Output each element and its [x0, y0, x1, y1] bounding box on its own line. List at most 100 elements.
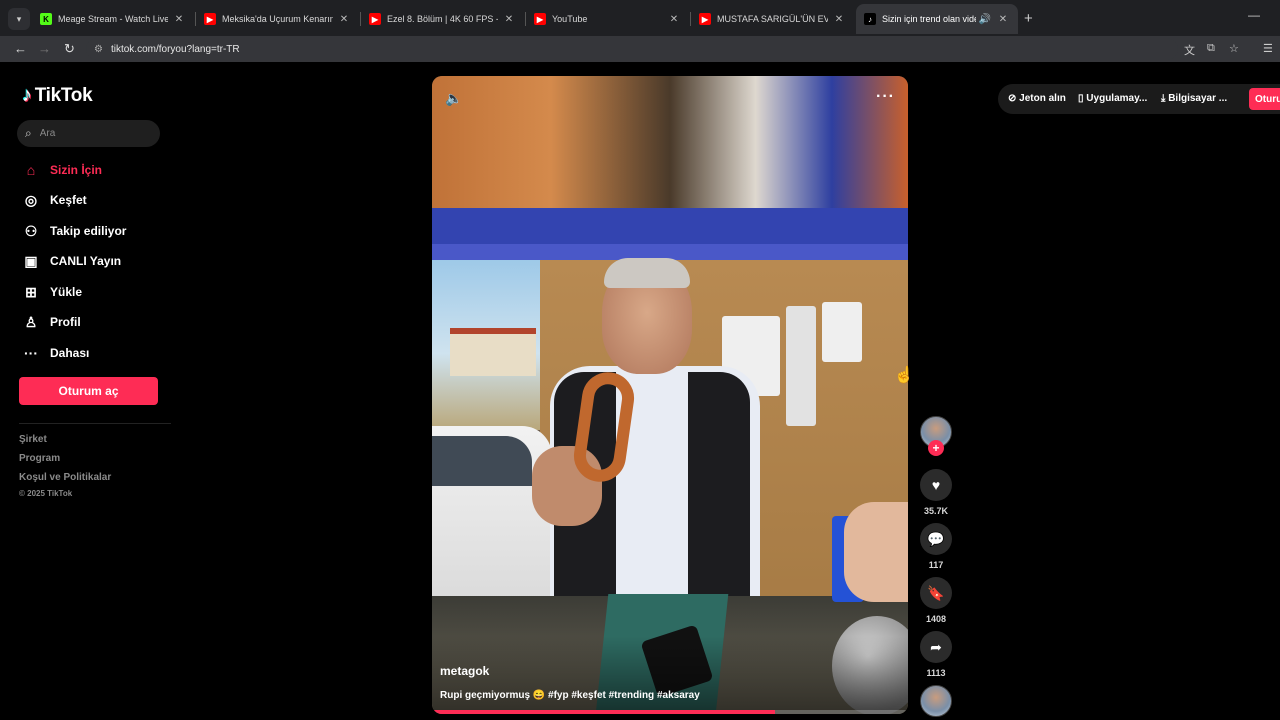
bookmark-star-icon[interactable]: ☆	[1229, 42, 1239, 55]
get-app-label: Uygulamay...	[1086, 93, 1148, 104]
compass-icon: ◎	[24, 191, 38, 208]
video-frame	[432, 76, 908, 714]
url-bar[interactable]: ⚙ tiktok.com/foryou?lang=tr-TR	[86, 38, 1178, 60]
video-player[interactable]: 🔈 ··· metagok Rupi geçmiyormuş 😄 #fyp #k…	[432, 76, 908, 714]
next-video-avatar[interactable]	[920, 685, 952, 717]
tiktok-logo[interactable]: ♪ TikTok	[22, 84, 93, 107]
nav-label: Keşfet	[50, 193, 87, 207]
close-icon[interactable]: ✕	[996, 14, 1010, 25]
browser-tab[interactable]: ▶ Ezel 8. Bölüm | 4K 60 FPS - You ✕	[361, 4, 524, 34]
more-options-icon[interactable]: ···	[876, 88, 895, 106]
close-icon[interactable]: ✕	[667, 14, 681, 25]
profile-icon: ♙	[24, 313, 38, 330]
upload-icon: ⊞	[25, 283, 37, 300]
url-text[interactable]: tiktok.com/foryou?lang=tr-TR	[111, 44, 240, 55]
browser-tab[interactable]: ▶ MUSTAFA SARIGÜL'ÜN EVİNDE ✕	[691, 4, 854, 34]
youtube-icon: ▶	[534, 13, 546, 25]
nav-label: CANLI Yayın	[50, 254, 122, 268]
more-dots-icon: ···	[24, 345, 38, 361]
youtube-icon: ▶	[699, 13, 711, 25]
nav-item-upload[interactable]: ⊞ Yükle	[22, 281, 82, 303]
following-icon: ⚇	[24, 222, 38, 239]
comment-icon: 💬	[927, 530, 945, 547]
search-icon: ⌕	[25, 126, 32, 140]
search-input[interactable]	[39, 128, 140, 139]
browser-tab[interactable]: ▶ YouTube ✕	[526, 4, 689, 34]
site-info-icon[interactable]: ⚙	[94, 44, 103, 55]
browser-menu-icon[interactable]: ☰	[1263, 42, 1273, 55]
sidebar: ♪ TikTok ⌕ ⌂ Sizin İçin ◎ Keşfet ⚇ Takip…	[0, 62, 175, 720]
like-count: 35.7K	[923, 506, 949, 516]
tab-title: Meksika'da Uçurum Kenarında	[222, 14, 333, 24]
nav-item-explore[interactable]: ◎ Keşfet	[22, 189, 87, 211]
new-tab-button[interactable]: +	[1024, 10, 1033, 27]
share-button[interactable]: ➦	[920, 631, 952, 663]
comment-button[interactable]: 💬	[920, 523, 952, 555]
mouse-cursor-icon: ☝	[894, 367, 914, 384]
tab-title: Sizin için trend olan videola	[882, 14, 976, 24]
desktop-app-label: Bilgisayar ...	[1168, 93, 1228, 104]
tiktok-note-icon: ♪	[22, 84, 32, 106]
nav-item-profile[interactable]: ♙ Profil	[22, 311, 81, 333]
video-progress-bar[interactable]	[432, 710, 908, 714]
get-coins-label: Jeton alın	[1019, 93, 1066, 104]
mute-icon[interactable]: 🔈	[445, 90, 462, 107]
minimize-window-icon[interactable]: —	[1248, 8, 1260, 22]
heart-icon: ♥	[931, 477, 941, 493]
nav-item-live[interactable]: ▣ CANLI Yayın	[22, 250, 121, 272]
video-caption: Rupi geçmiyormuş 😄 #fyp #keşfet #trendin…	[440, 690, 700, 701]
tiktok-icon: ♪	[864, 13, 876, 25]
tab-search-button[interactable]: ▾	[8, 8, 30, 30]
install-app-icon[interactable]: ⧉	[1207, 42, 1215, 55]
address-toolbar: ← → ↻ ⚙ tiktok.com/foryou?lang=tr-TR 文 ⧉…	[0, 36, 1280, 62]
close-icon[interactable]: ✕	[172, 14, 186, 25]
tab-title: MUSTAFA SARIGÜL'ÜN EVİNDE	[717, 14, 828, 24]
close-icon[interactable]: ✕	[502, 14, 516, 25]
browser-tab[interactable]: ▶ Meksika'da Uçurum Kenarında ✕	[196, 4, 359, 34]
tab-title: Meage Stream - Watch Live on	[58, 14, 168, 24]
speaker-icon[interactable]: 🔊	[978, 14, 992, 25]
nav-item-following[interactable]: ⚇ Takip ediliyor	[22, 220, 127, 242]
forward-arrow-icon[interactable]: →	[38, 41, 51, 56]
browser-tab-active[interactable]: ♪ Sizin için trend olan videola 🔊 ✕	[856, 4, 1018, 34]
tab-title: YouTube	[552, 14, 588, 24]
back-arrow-icon[interactable]: ←	[14, 41, 27, 56]
nav-item-more[interactable]: ··· Dahası	[22, 342, 89, 364]
share-count: 1113	[926, 668, 946, 678]
footer-link-terms[interactable]: Koşul ve Politikalar	[19, 472, 111, 483]
nav-label: Dahası	[50, 346, 90, 360]
close-icon[interactable]: ✕	[832, 14, 846, 25]
desktop-app-button[interactable]: ⤓ Bilgisayar ...	[1161, 93, 1227, 104]
video-progress-fill	[432, 710, 775, 714]
nav-label: Sizin İçin	[50, 163, 103, 177]
login-button[interactable]: Oturum aç	[19, 377, 158, 405]
get-app-button[interactable]: ▯ Uygulamay...	[1078, 93, 1147, 104]
video-author[interactable]: metagok	[440, 664, 489, 678]
sidebar-divider	[19, 423, 171, 424]
browser-tab[interactable]: K Meage Stream - Watch Live on ✕	[32, 4, 194, 34]
bookmark-icon: 🔖	[927, 584, 945, 601]
search-box[interactable]: ⌕	[17, 120, 160, 147]
phone-icon: ▯	[1078, 93, 1084, 104]
like-button[interactable]: ♥	[920, 469, 952, 501]
live-icon: ▣	[24, 252, 38, 269]
nav-label: Profil	[50, 315, 81, 329]
tab-title: Ezel 8. Bölüm | 4K 60 FPS - You	[387, 14, 498, 24]
footer-link-company[interactable]: Şirket	[19, 434, 47, 445]
nav-label: Takip ediliyor	[50, 224, 127, 238]
comment-count: 117	[928, 560, 944, 570]
footer-link-program[interactable]: Program	[19, 453, 60, 464]
nav-item-for-you[interactable]: ⌂ Sizin İçin	[22, 159, 102, 181]
top-login-button[interactable]: Oturum aç	[1249, 88, 1280, 110]
kick-icon: K	[40, 13, 52, 25]
home-icon: ⌂	[26, 162, 36, 178]
save-count: 1408	[925, 614, 947, 624]
coin-icon: ⊘	[1008, 93, 1017, 104]
close-icon[interactable]: ✕	[337, 14, 351, 25]
share-arrow-icon: ➦	[930, 638, 942, 655]
get-coins-button[interactable]: ⊘ Jeton alın	[1008, 93, 1066, 104]
save-button[interactable]: 🔖	[920, 577, 952, 609]
translate-icon[interactable]: 文	[1184, 42, 1195, 58]
follow-plus-icon[interactable]: +	[928, 440, 944, 456]
reload-icon[interactable]: ↻	[64, 41, 75, 57]
